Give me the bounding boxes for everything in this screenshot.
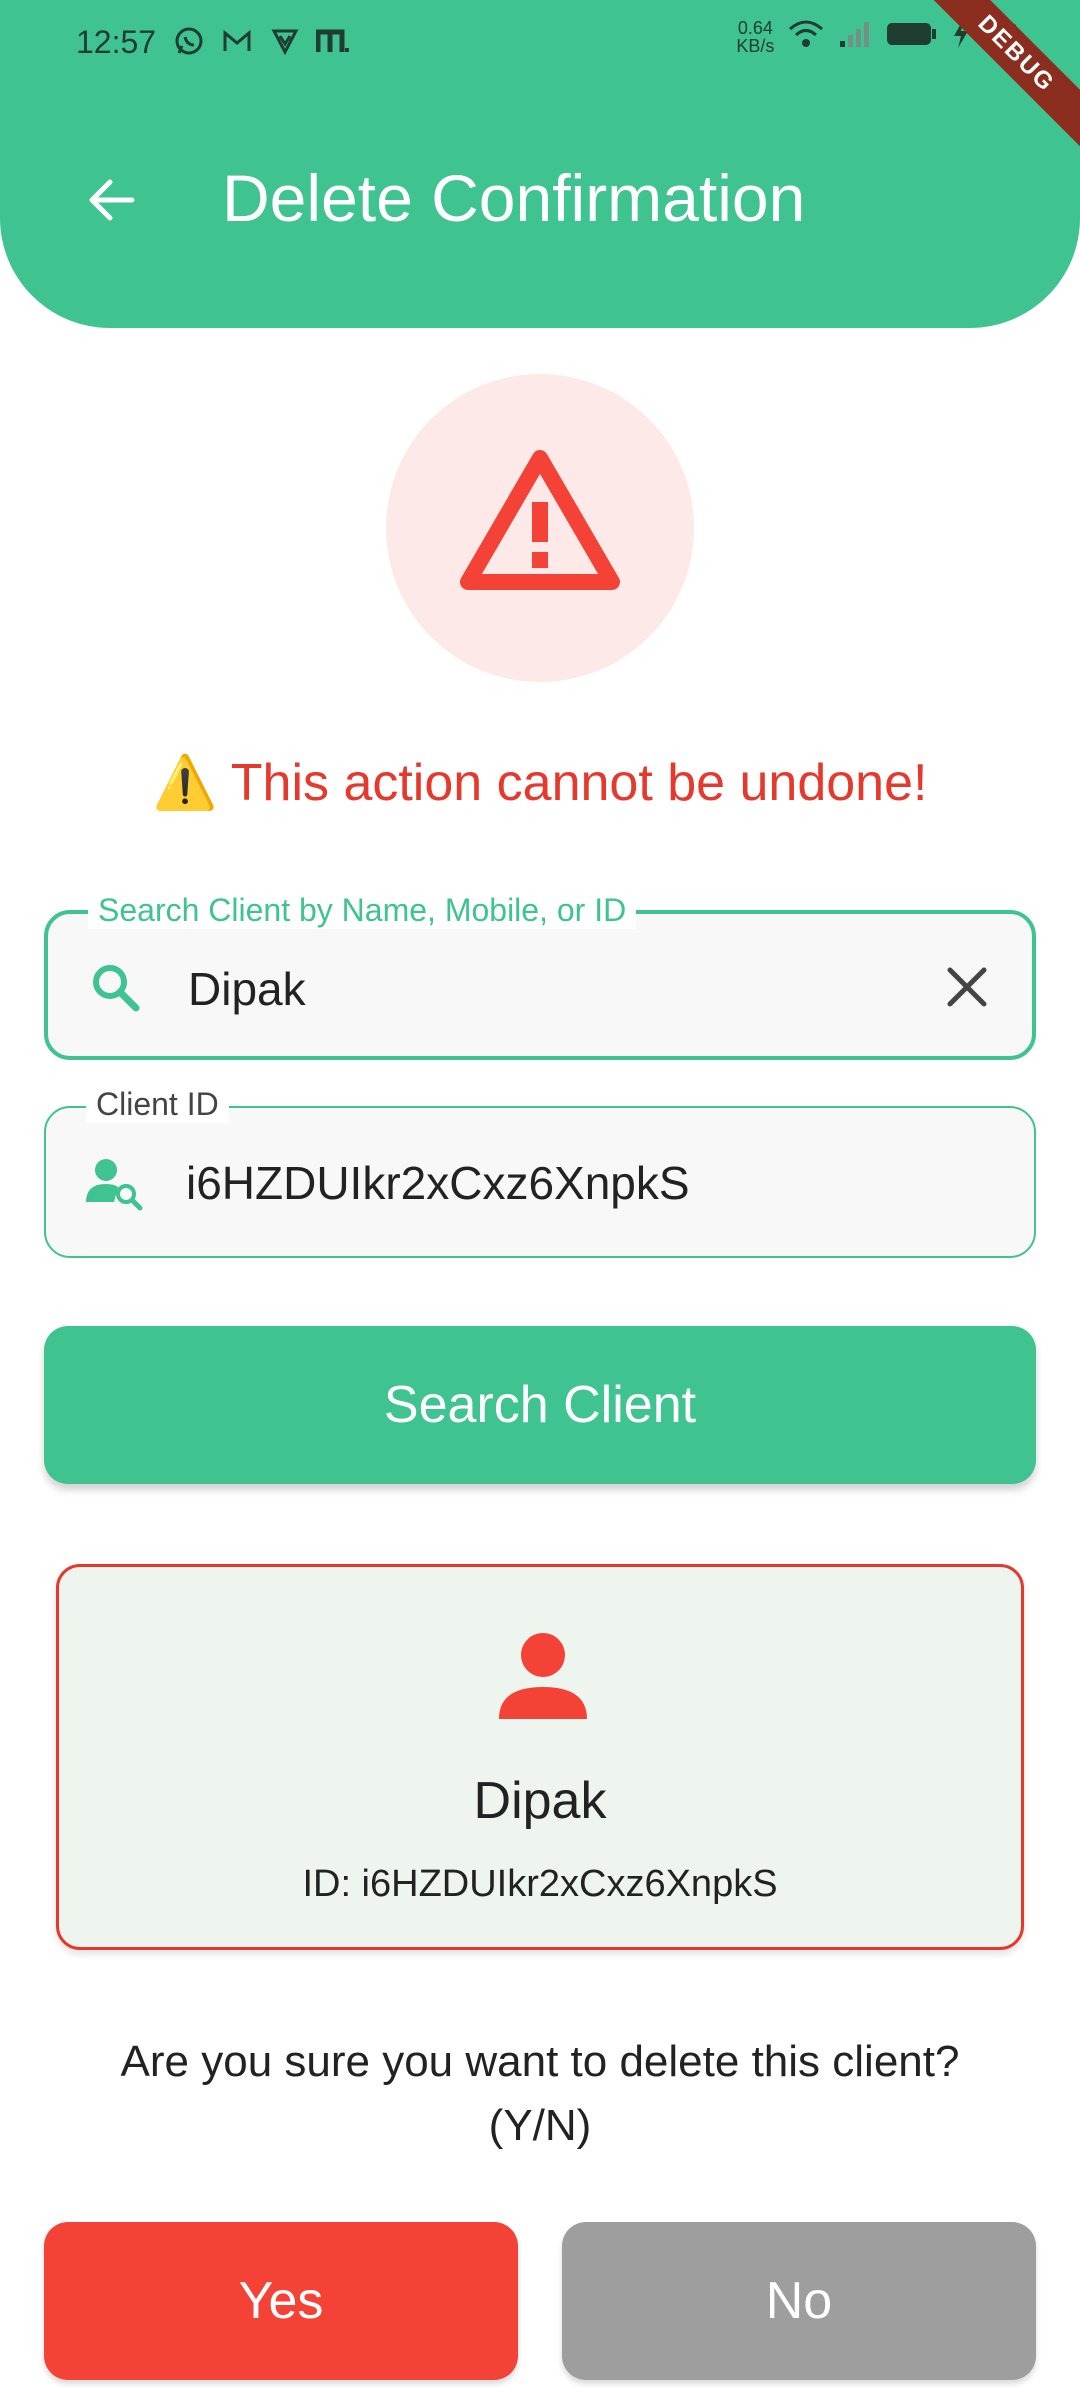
confirm-question-line1: Are you sure you want to delete this cli… bbox=[120, 2037, 960, 2086]
undo-warning-text: ⚠️ This action cannot be undone! bbox=[152, 754, 928, 812]
battery-icon bbox=[886, 20, 938, 53]
client-id-field[interactable]: Client ID i6HZDUIkr2xCxz6XnpkS bbox=[44, 1086, 1036, 1258]
status-bar: 12:57 0.64 KB/s bbox=[0, 0, 1080, 90]
status-time: 12:57 bbox=[76, 24, 157, 60]
search-input[interactable]: Dipak bbox=[188, 962, 306, 1016]
signal-icon bbox=[838, 19, 872, 54]
net-speed: 0.64 KB/s bbox=[736, 19, 774, 55]
gmail-icon bbox=[220, 24, 254, 58]
client-id-label: Client ID bbox=[86, 1086, 229, 1123]
warning-circle bbox=[386, 374, 694, 682]
app-m-icon bbox=[316, 24, 350, 58]
net-speed-value: 0.64 bbox=[737, 17, 773, 38]
client-name: Dipak bbox=[473, 1772, 607, 1830]
back-arrow-icon bbox=[89, 179, 135, 221]
yes-button[interactable]: Yes bbox=[44, 2222, 518, 2380]
warning-triangle-icon bbox=[460, 450, 620, 590]
search-client-button[interactable]: Search Client bbox=[44, 1326, 1036, 1484]
client-id-text: ID: i6HZDUIkr2xCxz6XnpkS bbox=[302, 1863, 778, 1905]
app-bar: 12:57 0.64 KB/s Delete Confirmation bbox=[0, 0, 1080, 328]
net-speed-unit: KB/s bbox=[736, 35, 775, 56]
notification-icons bbox=[172, 24, 350, 58]
confirm-question-line2: (Y/N) bbox=[488, 2101, 592, 2150]
search-field-label: Search Client by Name, Mobile, or ID bbox=[88, 892, 637, 929]
back-button[interactable] bbox=[82, 170, 142, 230]
page-title: Delete Confirmation bbox=[222, 161, 806, 235]
no-button[interactable]: No bbox=[562, 2222, 1036, 2380]
search-icon bbox=[93, 965, 140, 1012]
clear-icon[interactable] bbox=[942, 962, 992, 1012]
wifi-icon bbox=[788, 19, 824, 54]
client-id-input[interactable]: i6HZDUIkr2xCxz6XnpkS bbox=[186, 1156, 690, 1210]
confirm-question: Are you sure you want to delete this cli… bbox=[40, 2030, 1040, 2158]
person-search-icon bbox=[86, 1159, 143, 1211]
client-card: Dipak ID: i6HZDUIkr2xCxz6XnpkS bbox=[56, 1564, 1024, 1950]
person-icon bbox=[499, 1633, 587, 1719]
whatsapp-icon bbox=[172, 24, 206, 58]
search-client-field[interactable]: Search Client by Name, Mobile, or ID Dip… bbox=[44, 892, 1036, 1060]
vpn-shield-icon bbox=[268, 24, 302, 58]
